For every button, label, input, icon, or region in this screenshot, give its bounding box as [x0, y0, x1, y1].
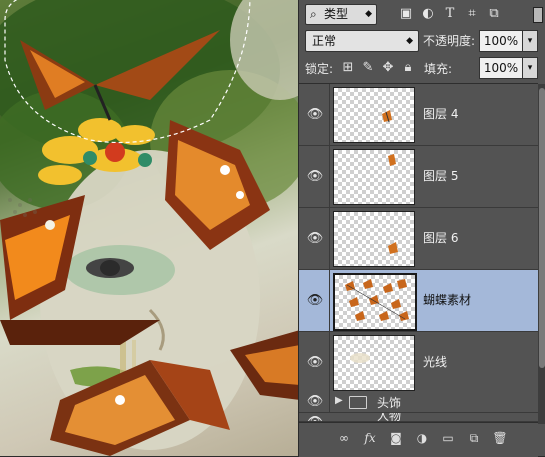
layer-row[interactable]: 👁︎ 图层 4 [299, 84, 538, 146]
lock-image-brush-icon[interactable]: ✎ [361, 60, 375, 75]
artwork-illustration [0, 0, 300, 456]
layer-row[interactable]: 👁︎ 图层 5 [299, 146, 538, 208]
eye-column-divider [329, 332, 330, 393]
eye-column-divider [329, 146, 330, 207]
visibility-eye-icon[interactable]: 👁︎ [303, 208, 327, 269]
layers-scrollbar[interactable] [538, 84, 545, 424]
eye-column-divider [329, 84, 330, 145]
visibility-eye-icon[interactable]: 👁︎ [303, 413, 327, 421]
fill-input[interactable]: 100% [479, 57, 523, 79]
visibility-eye-icon[interactable]: 👁︎ [303, 84, 327, 145]
lock-transparent-icon[interactable]: ⊞ [341, 60, 355, 75]
layer-group-row[interactable]: 👁︎ ▶ 头饰 [299, 392, 538, 413]
layers-panel-body: ⌕ 类型 ◆ ▣ ◐ T ⌗ ⧉ 正常 ◆ 不透明度: 100% ▾ 锁定: ⊞… [299, 0, 543, 457]
lock-fill-row: 锁定: ⊞ ✎ ✥ 🔒︎ 填充: 100% ▾ [305, 57, 538, 79]
layers-panel: ⌕ 类型 ◆ ▣ ◐ T ⌗ ⧉ 正常 ◆ 不透明度: 100% ▾ 锁定: ⊞… [298, 0, 545, 457]
layer-thumbnail [333, 211, 415, 267]
mask-icon[interactable]: ◙ [387, 430, 405, 446]
folder-icon [349, 396, 367, 409]
layer-name: 蝴蝶素材 [423, 293, 472, 307]
butterfly-thumb-image [388, 242, 398, 254]
folder-icon[interactable]: ▭ [439, 430, 457, 446]
butterflies-thumb-image [345, 279, 409, 321]
butterfly-thumb-image [382, 110, 392, 123]
eye-column-divider [329, 392, 330, 412]
fx-icon[interactable]: fx [361, 430, 379, 446]
blend-mode-value: 正常 [312, 34, 337, 48]
type-filter-icon[interactable]: T [443, 7, 457, 21]
layer-row[interactable]: 👁︎ 光线 [299, 332, 538, 394]
document-canvas[interactable] [0, 0, 300, 456]
eye-column-divider [329, 208, 330, 269]
filter-toggle-switch[interactable] [533, 7, 543, 23]
fill-label: 填充: [424, 62, 453, 76]
smart-object-filter-icon[interactable]: ⧉ [487, 7, 501, 21]
shape-filter-icon[interactable]: ⌗ [465, 7, 479, 21]
image-filter-icon[interactable]: ▣ [399, 7, 413, 21]
opacity-dropdown-button[interactable]: ▾ [522, 30, 538, 52]
group-name: 人物 [377, 413, 402, 422]
layer-name: 图层 5 [423, 169, 459, 183]
eye-column-divider [329, 270, 330, 331]
visibility-eye-icon[interactable]: 👁︎ [303, 392, 327, 412]
adjustment-icon[interactable]: ◑ [413, 430, 431, 446]
layers-bottom-toolbar: ∞ fx ◙ ◑ ▭ ⧉ 🗑︎ [299, 422, 538, 457]
scrollbar-thumb[interactable] [539, 88, 545, 368]
new-layer-icon[interactable]: ⧉ [465, 430, 483, 446]
visibility-eye-icon[interactable]: 👁︎ [303, 270, 327, 331]
adjustment-filter-icon[interactable]: ◐ [421, 7, 435, 21]
opacity-label: 不透明度: [423, 34, 476, 48]
expand-triangle-icon[interactable]: ▶ [335, 395, 343, 406]
layer-group-row[interactable]: 👁︎ 人物 [299, 413, 538, 422]
layer-kind-label: 类型 [324, 7, 349, 21]
lock-position-move-icon[interactable]: ✥ [381, 60, 395, 75]
layer-thumbnail [333, 273, 417, 331]
layer-name: 图层 6 [423, 231, 459, 245]
layer-row-selected[interactable]: 👁︎ 蝴蝶素材 [299, 270, 538, 332]
chevron-updown-icon: ◆ [365, 9, 372, 19]
layer-thumbnail [333, 149, 415, 205]
layer-thumbnail [333, 335, 415, 391]
blend-opacity-row: 正常 ◆ 不透明度: 100% ▾ [305, 30, 538, 52]
layer-name: 光线 [423, 355, 448, 369]
blend-mode-select[interactable]: 正常 ◆ [305, 30, 419, 52]
visibility-eye-icon[interactable]: 👁︎ [303, 146, 327, 207]
opacity-input[interactable]: 100% [479, 30, 523, 52]
visibility-eye-icon[interactable]: 👁︎ [303, 332, 327, 393]
butterfly-thumb-image [388, 154, 396, 166]
link-icon[interactable]: ∞ [335, 430, 353, 446]
fill-dropdown-button[interactable]: ▾ [522, 57, 538, 79]
layer-name: 图层 4 [423, 107, 459, 121]
layer-kind-filter[interactable]: ⌕ 类型 ◆ [305, 4, 377, 25]
layer-row[interactable]: 👁︎ 图层 6 [299, 208, 538, 270]
light-thumb-image [350, 353, 370, 363]
layer-thumbnail [333, 87, 415, 143]
trash-icon[interactable]: 🗑︎ [491, 430, 509, 446]
group-name: 头饰 [377, 396, 402, 410]
search-icon: ⌕ [310, 7, 317, 21]
lock-label: 锁定: [305, 62, 334, 76]
lock-all-icon[interactable]: 🔒︎ [401, 60, 415, 75]
chevron-updown-icon: ◆ [406, 36, 413, 46]
